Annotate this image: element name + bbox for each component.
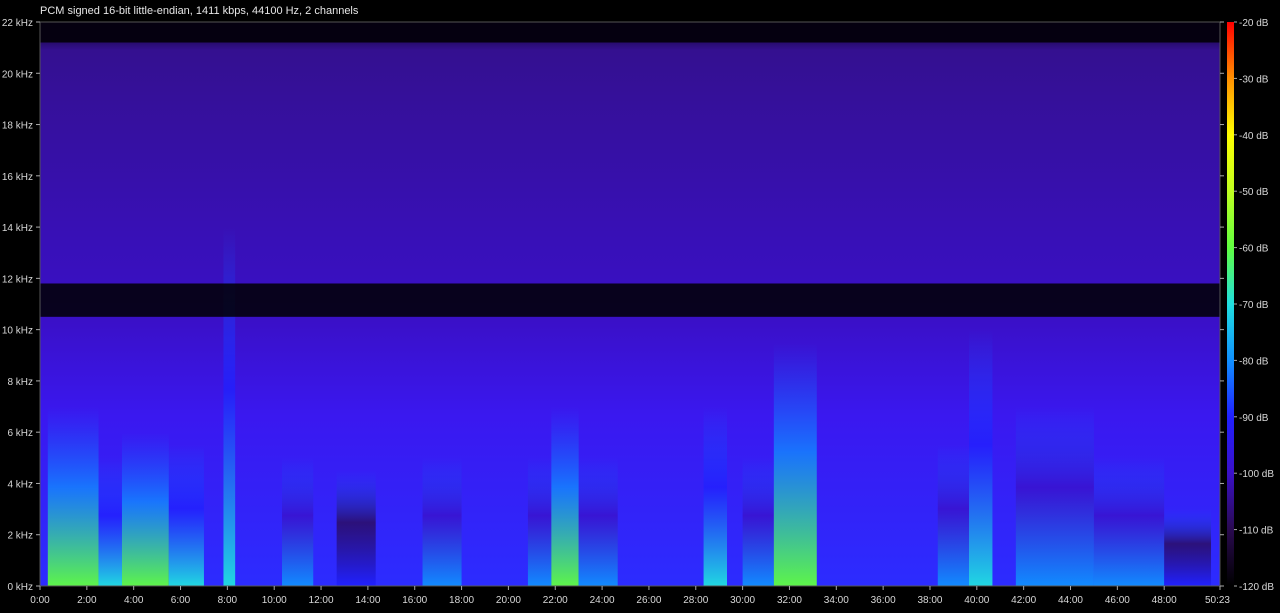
x-tick-label: 12:00 bbox=[309, 595, 334, 606]
colorbar-tick-label: -20 dB bbox=[1239, 18, 1269, 29]
activity-region bbox=[98, 457, 122, 586]
y-tick-label: 10 kHz bbox=[2, 326, 33, 337]
y-tick-label: 4 kHz bbox=[7, 479, 33, 490]
activity-region bbox=[578, 457, 618, 586]
activity-region bbox=[1093, 457, 1165, 586]
colorbar-tick-label: -100 dB bbox=[1239, 469, 1274, 480]
activity-region bbox=[937, 445, 970, 586]
colorbar-tick-label: -70 dB bbox=[1239, 300, 1269, 311]
x-tick-label: 10:00 bbox=[262, 595, 287, 606]
x-tick-label: 26:00 bbox=[636, 595, 661, 606]
x-tick-label: 50:23 bbox=[1205, 595, 1230, 606]
x-tick-label: 40:00 bbox=[964, 595, 989, 606]
activity-region bbox=[527, 457, 552, 586]
colorbar bbox=[1227, 22, 1234, 586]
high-frequency-band bbox=[40, 22, 1220, 43]
colorbar-tick-label: -60 dB bbox=[1239, 244, 1269, 255]
x-tick-label: 22:00 bbox=[543, 595, 568, 606]
x-tick-label: 36:00 bbox=[871, 595, 896, 606]
activity-region bbox=[551, 406, 579, 586]
x-tick-label: 42:00 bbox=[1011, 595, 1036, 606]
activity-region bbox=[703, 406, 727, 586]
y-tick-label: 6 kHz bbox=[7, 428, 33, 439]
x-tick-label: 30:00 bbox=[730, 595, 755, 606]
colorbar-tick-label: -40 dB bbox=[1239, 131, 1269, 142]
colorbar-tick-label: -90 dB bbox=[1239, 413, 1269, 424]
activity-region bbox=[282, 457, 314, 586]
colorbar-tick-label: -50 dB bbox=[1239, 187, 1269, 198]
colorbar-tick-label: -80 dB bbox=[1239, 356, 1269, 367]
x-tick-label: 20:00 bbox=[496, 595, 521, 606]
activity-region bbox=[336, 470, 376, 586]
x-tick-label: 48:00 bbox=[1152, 595, 1177, 606]
x-tick-label: 44:00 bbox=[1058, 595, 1083, 606]
activity-region bbox=[773, 342, 817, 586]
y-tick-label: 16 kHz bbox=[2, 172, 33, 183]
activity-region bbox=[121, 432, 169, 586]
x-tick-label: 6:00 bbox=[171, 595, 191, 606]
x-tick-label: 28:00 bbox=[683, 595, 708, 606]
y-tick-label: 2 kHz bbox=[7, 531, 33, 542]
x-tick-label: 8:00 bbox=[218, 595, 238, 606]
notch-band bbox=[40, 283, 1220, 317]
x-tick-label: 18:00 bbox=[449, 595, 474, 606]
colorbar-tick-label: -30 dB bbox=[1239, 74, 1269, 85]
activity-region bbox=[742, 457, 774, 586]
x-tick-label: 46:00 bbox=[1105, 595, 1130, 606]
y-tick-label: 14 kHz bbox=[2, 223, 33, 234]
y-tick-label: 0 kHz bbox=[7, 582, 33, 593]
x-tick-label: 38:00 bbox=[917, 595, 942, 606]
y-tick-label: 8 kHz bbox=[7, 377, 33, 388]
activity-region bbox=[1164, 509, 1212, 586]
x-tick-label: 16:00 bbox=[402, 595, 427, 606]
colorbar-tick-label: -120 dB bbox=[1239, 582, 1274, 593]
activity-region bbox=[422, 457, 462, 586]
x-tick-label: 14:00 bbox=[355, 595, 380, 606]
x-tick-label: 2:00 bbox=[77, 595, 97, 606]
colorbar-tick-label: -110 dB bbox=[1239, 526, 1274, 537]
y-tick-label: 20 kHz bbox=[2, 69, 33, 80]
x-tick-label: 4:00 bbox=[124, 595, 144, 606]
activity-region bbox=[969, 329, 993, 586]
x-tick-label: 32:00 bbox=[777, 595, 802, 606]
x-tick-label: 24:00 bbox=[590, 595, 615, 606]
y-tick-label: 18 kHz bbox=[2, 121, 33, 132]
activity-region bbox=[168, 445, 204, 586]
activity-region bbox=[1015, 406, 1094, 586]
activity-region bbox=[47, 406, 99, 586]
activity-region bbox=[223, 227, 236, 586]
x-tick-label: 0:00 bbox=[30, 595, 50, 606]
y-tick-label: 12 kHz bbox=[2, 274, 33, 285]
y-tick-label: 22 kHz bbox=[2, 18, 33, 29]
x-tick-label: 34:00 bbox=[824, 595, 849, 606]
spectrogram-chart: 0 kHz 2 kHz 4 kHz 6 kHz 8 kHz 10 kHz 12 kHz 14 … bbox=[2, 18, 1274, 606]
